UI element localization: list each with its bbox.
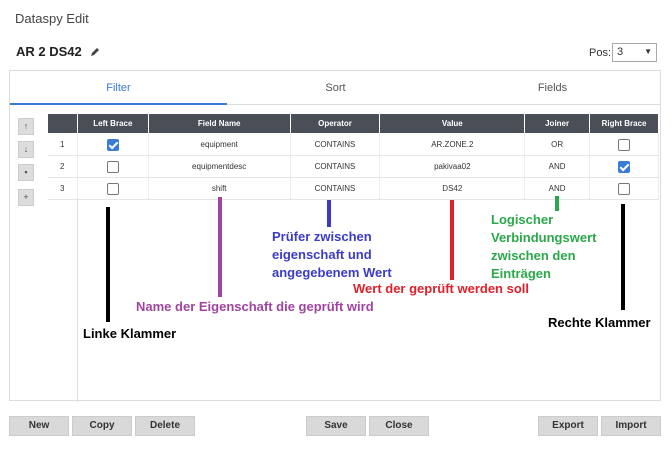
import-button[interactable]: Import (601, 416, 661, 436)
dataspy-name: AR 2 DS42 (16, 44, 82, 59)
annotation-left-brace: Linke Klammer (83, 326, 177, 341)
move-down-button[interactable]: ↓ (18, 141, 34, 158)
right-brace-checkbox[interactable] (618, 182, 631, 195)
value-cell[interactable]: DS42 (379, 177, 526, 200)
left-brace-checkbox[interactable] (106, 160, 119, 173)
field-name-cell[interactable]: equipment (148, 133, 291, 156)
row-number: 3 (47, 177, 78, 200)
pencil-icon[interactable] (90, 47, 100, 57)
right-brace-cell[interactable] (589, 177, 659, 200)
delete-button[interactable]: Delete (135, 416, 195, 436)
annotation-bar-left-brace (106, 207, 110, 322)
joiner-cell[interactable]: OR (524, 133, 591, 156)
col-value: Value (379, 113, 526, 134)
col-operator: Operator (289, 113, 381, 134)
operator-cell[interactable]: CONTAINS (290, 155, 381, 178)
table-row[interactable]: 3 shift CONTAINS DS42 AND (47, 177, 659, 200)
position-select[interactable]: 3 ▼ (612, 43, 657, 62)
col-number (47, 113, 78, 134)
operator-cell[interactable]: CONTAINS (290, 177, 381, 200)
dialog-title: Dataspy Edit (15, 11, 89, 26)
annotation-bar-value (450, 200, 454, 280)
left-brace-cell[interactable] (77, 133, 149, 156)
tab-filter[interactable]: Filter (10, 71, 227, 105)
value-cell[interactable]: AR.ZONE.2 (379, 133, 526, 156)
move-up-button[interactable]: ↑ (18, 118, 34, 135)
field-name-cell[interactable]: equipmentdesc (148, 155, 291, 178)
chevron-down-icon: ▼ (644, 47, 652, 56)
annotation-operator: Prüfer zwischen eigenschaft und angegebe… (272, 229, 392, 280)
annotation-bar-right-brace (621, 204, 625, 310)
value-cell[interactable]: pakivaa02 (379, 155, 526, 178)
left-brace-checkbox[interactable] (106, 182, 119, 195)
right-brace-checkbox[interactable] (618, 138, 631, 151)
new-button[interactable]: New (9, 416, 69, 436)
delete-row-button[interactable]: ▪ (18, 164, 34, 181)
copy-button[interactable]: Copy (72, 416, 132, 436)
tab-sort[interactable]: Sort (227, 71, 444, 105)
table-row[interactable]: 1 equipment CONTAINS AR.ZONE.2 OR (47, 133, 659, 156)
right-brace-cell[interactable] (589, 155, 659, 178)
annotation-field-name: Name der Eigenschaft die geprüft wird (136, 299, 374, 314)
right-brace-cell[interactable] (589, 133, 659, 156)
export-button[interactable]: Export (538, 416, 598, 436)
annotation-bar-operator (327, 200, 331, 227)
row-number: 1 (47, 133, 78, 156)
tab-fields[interactable]: Fields (444, 71, 661, 105)
left-brace-cell[interactable] (77, 155, 149, 178)
trash-icon: ▪ (24, 167, 28, 177)
left-brace-checkbox[interactable] (106, 138, 119, 151)
left-brace-cell[interactable] (77, 177, 149, 200)
add-row-button[interactable]: + (18, 189, 34, 206)
right-brace-checkbox[interactable] (618, 160, 631, 173)
col-joiner: Joiner (524, 113, 591, 134)
position-value: 3 (617, 46, 624, 58)
col-left-brace: Left Brace (76, 113, 149, 134)
table-header-row: Left Brace Field Name Operator Value Joi… (47, 113, 659, 134)
annotation-bar-joiner (555, 196, 559, 211)
row-number: 2 (47, 155, 78, 178)
operator-cell[interactable]: CONTAINS (290, 133, 381, 156)
close-button[interactable]: Close (369, 416, 429, 436)
joiner-cell[interactable]: AND (524, 155, 591, 178)
position-label: Pos: (589, 47, 612, 59)
annotation-right-brace: Rechte Klammer (548, 315, 651, 330)
save-button[interactable]: Save (306, 416, 366, 436)
table-row[interactable]: 2 equipmentdesc CONTAINS pakivaa02 AND (47, 155, 659, 178)
col-right-brace: Right Brace (589, 113, 659, 134)
tab-bar: Filter Sort Fields (10, 71, 660, 105)
col-field-name: Field Name (147, 113, 291, 134)
annotation-bar-field-name (218, 197, 222, 297)
annotation-joiner: Logischer Verbindungswert zwischen den E… (491, 212, 597, 281)
filter-table: Left Brace Field Name Operator Value Joi… (47, 113, 659, 200)
